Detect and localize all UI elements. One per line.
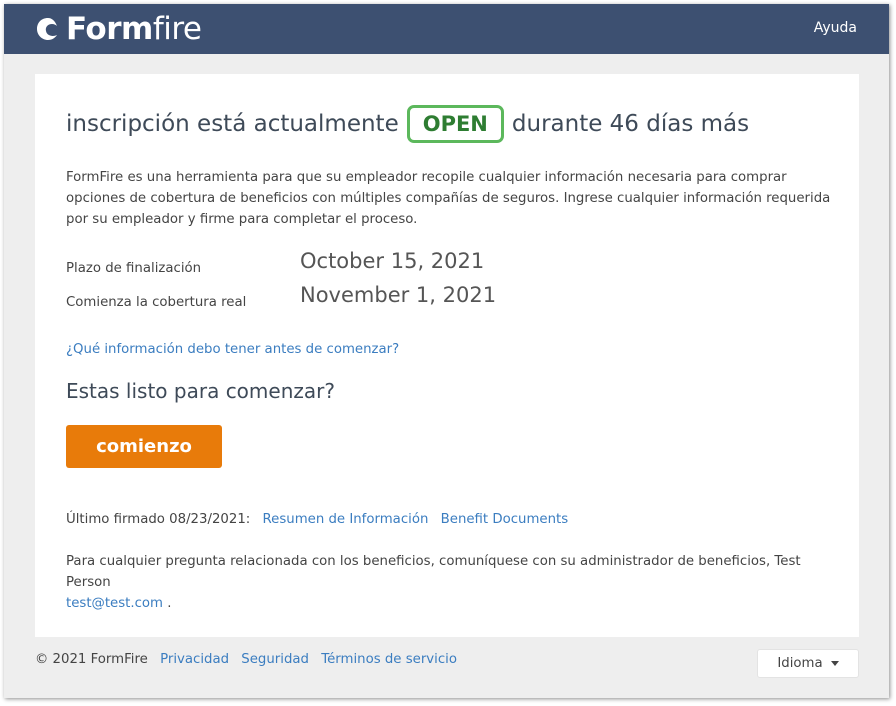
help-link[interactable]: Ayuda	[814, 20, 857, 36]
enrollment-suffix: durante 46 días más	[511, 111, 750, 137]
enrollment-prefix: inscripción está actualmente	[66, 111, 399, 137]
security-link[interactable]: Seguridad	[241, 652, 309, 667]
start-button[interactable]: comienzo	[66, 425, 222, 468]
enrollment-status-heading: inscripción está actualmente OPEN durant…	[66, 102, 749, 146]
last-signed-text: Último firmado 08/23/2021:	[66, 512, 251, 527]
header-bar: Formfire Ayuda	[4, 4, 889, 54]
caret-down-icon	[830, 661, 839, 666]
language-label: Idioma	[777, 656, 823, 671]
contact-message: Para cualquier pregunta relacionada con …	[66, 554, 801, 590]
benefit-documents-link[interactable]: Benefit Documents	[441, 512, 569, 527]
info-summary-link[interactable]: Resumen de Información	[263, 512, 429, 527]
deadline-value: October 15, 2021	[300, 249, 485, 273]
admin-email-link[interactable]: test@test.com	[66, 596, 163, 611]
logo-text-light: fire	[152, 11, 202, 47]
contact-text: Para cualquier pregunta relacionada con …	[66, 551, 836, 614]
enrollment-card: inscripción está actualmente OPEN durant…	[35, 74, 859, 637]
footer: © 2021 FormFire Privacidad Seguridad Tér…	[35, 652, 457, 667]
description-text: FormFire es una herramienta para que su …	[66, 170, 831, 227]
app-frame: Formfire Ayuda inscripción está actualme…	[4, 4, 889, 698]
terms-link[interactable]: Términos de servicio	[321, 652, 457, 667]
logo-text: Formfire	[66, 10, 202, 48]
privacy-link[interactable]: Privacidad	[160, 652, 229, 667]
formfire-logo[interactable]: Formfire	[35, 10, 202, 48]
deadline-label: Plazo de finalización	[66, 261, 202, 276]
copyright-text: © 2021 FormFire	[35, 652, 148, 667]
logo-text-bold: Form	[66, 11, 153, 47]
flame-logo-icon	[37, 18, 57, 40]
coverage-value: November 1, 2021	[300, 283, 497, 307]
required-info-link[interactable]: ¿Qué información debo tener antes de com…	[66, 342, 399, 357]
last-signed-row: Último firmado 08/23/2021: Resumen de In…	[66, 512, 568, 527]
contact-period: .	[167, 596, 172, 611]
ready-heading: Estas listo para comenzar?	[66, 379, 335, 403]
status-badge: OPEN	[406, 105, 504, 143]
coverage-label: Comienza la cobertura real	[66, 295, 247, 310]
language-dropdown[interactable]: Idioma	[757, 649, 859, 678]
